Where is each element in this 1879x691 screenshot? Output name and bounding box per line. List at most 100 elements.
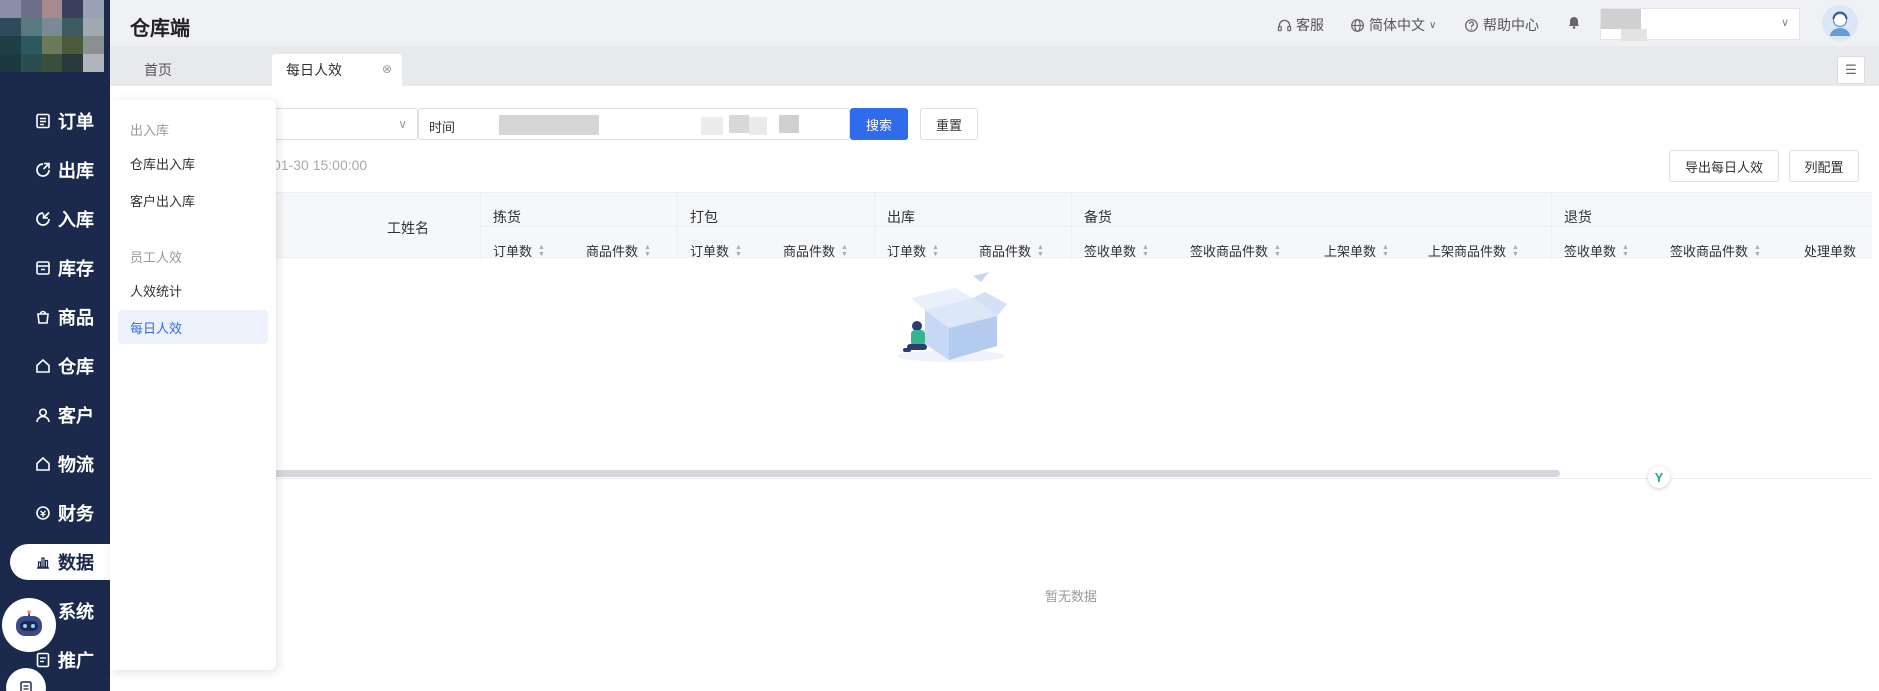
group-header-returns: 退货 (1564, 209, 1592, 225)
submenu-item-customer-io[interactable]: 客户出入库 (118, 183, 268, 217)
empty-state: 暂无数据 (270, 258, 1872, 604)
nav-item-warehouse[interactable]: 仓库 (0, 346, 110, 386)
chevron-down-icon: ∨ (1780, 17, 1789, 29)
nav-item-label: 推广 (58, 651, 94, 671)
date-range-input[interactable]: 时间 (418, 108, 850, 140)
tab-label: 首页 (144, 62, 172, 78)
home-icon (34, 357, 52, 375)
question-icon (1465, 18, 1478, 32)
blurred-username (1601, 9, 1641, 29)
tab-daily-efficiency[interactable]: 每日人效 ⊗ (272, 54, 402, 86)
user-icon (34, 406, 52, 424)
robot-icon (16, 610, 42, 636)
group-header-stocking: 备货 (1084, 209, 1112, 225)
group-header-picking: 拣货 (493, 209, 521, 225)
customer-service-button[interactable]: 客服 (1277, 15, 1324, 35)
empty-box-illustration (897, 272, 1007, 362)
outbound-icon (34, 161, 52, 179)
export-button[interactable]: 导出每日人效 (1669, 150, 1779, 182)
nav-item-inbound[interactable]: 入库 (0, 199, 110, 239)
user-avatar-icon (1830, 11, 1850, 36)
help-center-label: 帮助中心 (1483, 17, 1539, 33)
nav-item-label: 数据 (58, 553, 94, 573)
sort-icon[interactable]: ▲ ▼ (841, 244, 848, 258)
list-icon (34, 112, 52, 130)
table-header: 工姓名 拣货 打包 出库 备货 退货 订单数 ▲ ▼ 商品件数 ▲ ▼ 订单数 ▲ ▼ 商品… (270, 192, 1872, 259)
sort-icon[interactable]: ▲ ▼ (932, 244, 939, 258)
submenu-item-warehouse-io[interactable]: 仓库出入库 (118, 146, 268, 180)
bag-icon (34, 308, 52, 326)
tab-menu-button[interactable]: ☰ (1837, 56, 1865, 84)
left-nav: 订单 出库 入库 库存 商品 仓库 客户 物流 财务 数据 系统 推广 (0, 0, 110, 691)
notification-button[interactable] (1566, 14, 1582, 30)
reset-button[interactable]: 重置 (920, 108, 978, 140)
sort-icon[interactable]: ▲ ▼ (1754, 244, 1761, 258)
chevron-down-icon: ∨ (1429, 19, 1437, 31)
submenu-group-label: 出入库 (130, 123, 170, 138)
blurred-username (1621, 29, 1647, 41)
nav-item-label: 物流 (58, 455, 94, 475)
sort-icon[interactable]: ▲ ▼ (644, 244, 651, 258)
tab-bar: 首页 每日人效 ⊗ ☰ (110, 46, 1879, 86)
nav-item-label: 入库 (58, 210, 94, 230)
submenu-group-label: 员工人效 (130, 250, 183, 265)
nav-item-label: 库存 (58, 259, 94, 279)
column-config-button[interactable]: 列配置 (1789, 150, 1859, 182)
nav-item-products[interactable]: 商品 (0, 297, 110, 337)
search-button[interactable]: 搜索 (850, 108, 908, 140)
employee-name-header: 工姓名 (387, 220, 429, 236)
sort-icon[interactable]: ▲ ▼ (1622, 244, 1629, 258)
empty-text: 暂无数据 (1044, 589, 1097, 604)
nav-item-finance[interactable]: 财务 (0, 493, 110, 533)
sort-icon[interactable]: ▲ ▼ (1382, 244, 1389, 258)
nav-item-label: 仓库 (58, 357, 94, 377)
inventory-icon (34, 259, 52, 277)
close-icon[interactable]: ⊗ (382, 62, 392, 76)
time-range-text: 01-30 15:00:00 (273, 157, 368, 173)
nav-item-inventory[interactable]: 库存 (0, 248, 110, 288)
sort-icon[interactable]: ▲ ▼ (1037, 244, 1044, 258)
tab-home[interactable]: 首页 (130, 54, 260, 86)
avatar[interactable] (1822, 5, 1858, 41)
group-header-outbound: 出库 (887, 209, 915, 225)
finance-icon (34, 504, 52, 522)
blurred-date (729, 115, 749, 133)
sort-icon[interactable]: ▲ ▼ (1512, 244, 1519, 258)
nav-item-outbound[interactable]: 出库 (0, 150, 110, 190)
sort-icon[interactable]: ▲ ▼ (1274, 244, 1281, 258)
submenu-item-efficiency-stats[interactable]: 人效统计 (118, 273, 268, 307)
daily-efficiency-table: 工姓名 拣货 打包 出库 备货 退货 订单数 ▲ ▼ 商品件数 ▲ ▼ 订单数 ▲ ▼ 商品… (270, 192, 1872, 604)
language-label: 简体中文 (1369, 17, 1425, 33)
help-center-button[interactable]: 帮助中心 (1464, 15, 1539, 35)
nav-item-customers[interactable]: 客户 (0, 395, 110, 435)
blurred-date (749, 117, 767, 135)
tab-label: 每日人效 (286, 62, 342, 78)
nav-item-label: 客户 (58, 406, 94, 426)
globe-icon (1351, 18, 1364, 32)
group-header-packing: 打包 (690, 209, 718, 225)
customer-service-label: 客服 (1296, 17, 1324, 33)
chart-icon (34, 553, 52, 571)
submenu-item-daily-efficiency[interactable]: 每日人效 (118, 310, 268, 344)
main-content: ∨ 时间 搜索 重置 01-30 15:00:00 导出每日人效 列配置 工姓名… (110, 86, 1879, 691)
nav-item-label: 订单 (58, 112, 94, 132)
sort-icon[interactable]: ▲ ▼ (538, 244, 545, 258)
assistant-bot-button[interactable] (2, 598, 56, 652)
nav-item-logistics[interactable]: 物流 (0, 444, 110, 484)
nav-item-orders[interactable]: 订单 (0, 101, 110, 141)
nav-item-label: 出库 (58, 161, 94, 181)
app-title: 仓库端 (130, 18, 190, 40)
nav-item-label: 商品 (58, 308, 94, 328)
floating-help-icon[interactable]: Y (1648, 466, 1670, 488)
menu-icon: ☰ (1845, 62, 1857, 77)
document-icon (34, 651, 52, 669)
language-switch[interactable]: 简体中文 ∨ (1350, 15, 1436, 35)
logo (0, 0, 104, 72)
sort-icon[interactable]: ▲ ▼ (1142, 244, 1149, 258)
filter-select[interactable]: ∨ (270, 108, 418, 140)
sort-icon[interactable]: ▲ ▼ (735, 244, 742, 258)
blurred-date (701, 117, 723, 135)
nav-item-data[interactable]: 数据 (10, 544, 110, 580)
horizontal-scrollbar[interactable] (270, 470, 1560, 477)
user-select[interactable]: ∨ (1600, 8, 1800, 41)
